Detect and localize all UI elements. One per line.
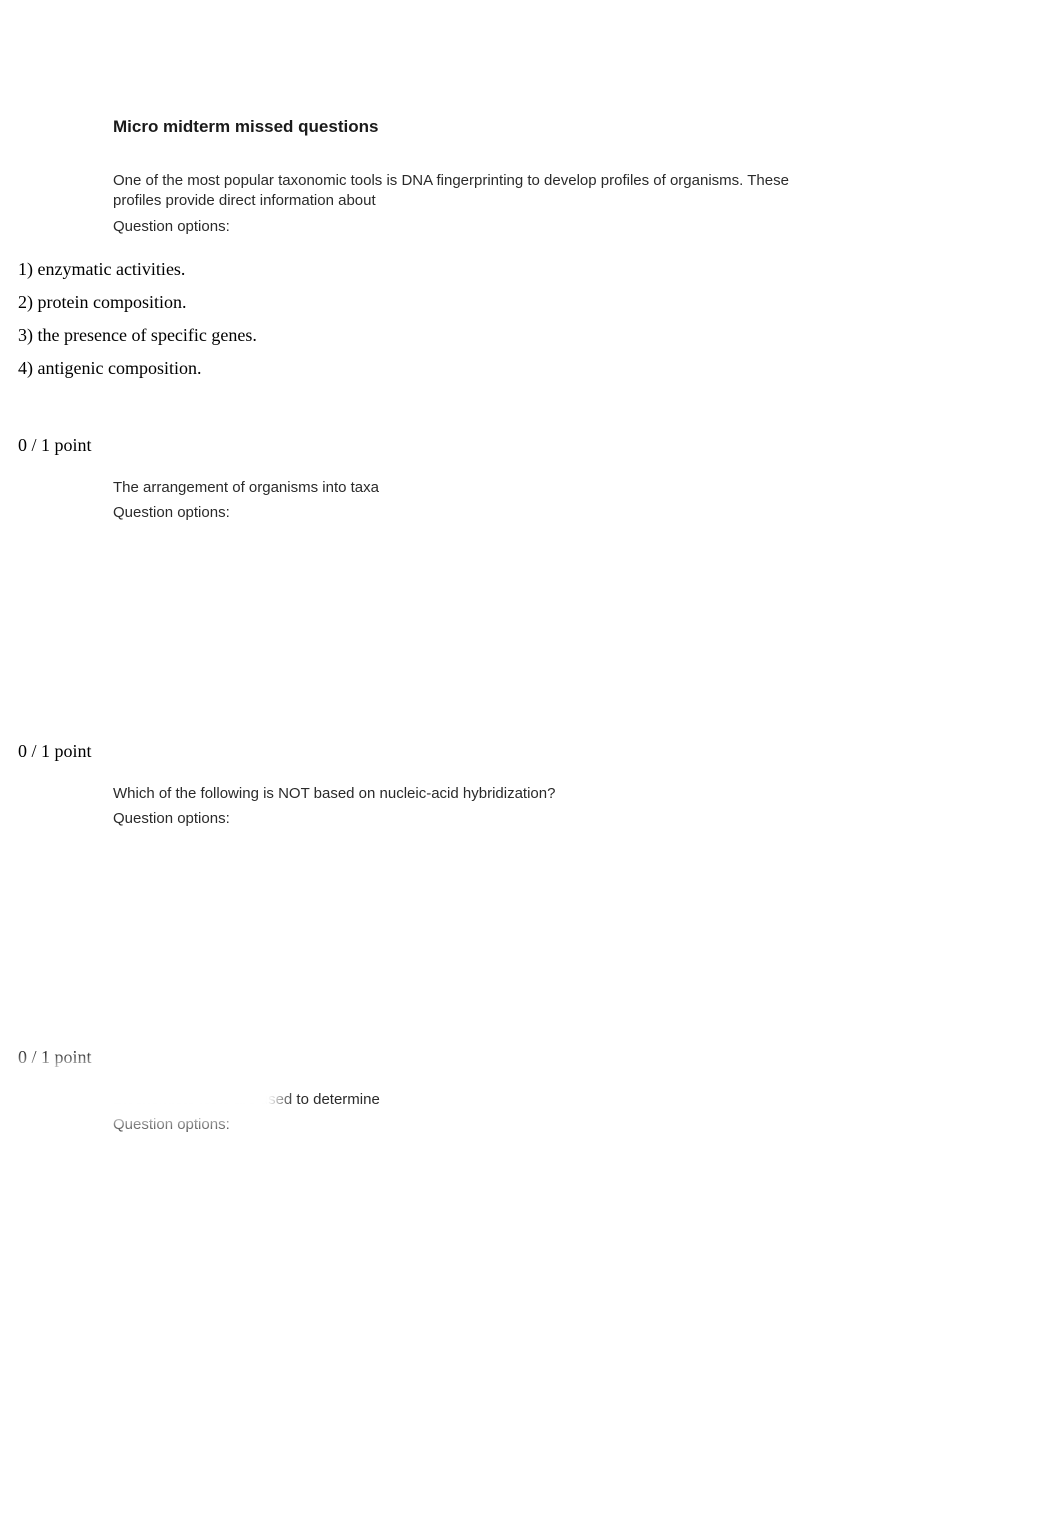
question-block: 0 / 1 point Biochemical tests are used t… xyxy=(0,997,1062,1253)
question-prompt: One of the most popular taxonomic tools … xyxy=(0,137,1062,212)
answer-option: 3) the presence of specific genes. xyxy=(18,319,1062,352)
question-block: One of the most popular taxonomic tools … xyxy=(0,137,1062,385)
question-block: 0 / 1 point The arrangement of organisms… xyxy=(0,385,1062,691)
answer-option: 2) protein composition. xyxy=(18,286,1062,319)
hidden-content-spacer xyxy=(0,1133,1062,1253)
answer-option: 4) antigenic composition. xyxy=(18,352,1062,385)
question-prompt: Which of the following is NOT based on n… xyxy=(0,762,1062,804)
answer-list: 1) enzymatic activities. 2) protein comp… xyxy=(0,235,1062,385)
question-options-label: Question options: xyxy=(0,212,1062,235)
question-options-label: Question options: xyxy=(0,804,1062,827)
hidden-content-spacer xyxy=(0,521,1062,691)
answer-option: 1) enzymatic activities. xyxy=(18,253,1062,286)
question-options-label: Question options: xyxy=(0,1110,1062,1133)
page-title: Micro midterm missed questions xyxy=(0,0,1062,137)
bottom-spacer xyxy=(0,1253,1062,1533)
score-label: 0 / 1 point xyxy=(0,385,1062,456)
question-prompt: The arrangement of organisms into taxa xyxy=(0,456,1062,498)
question-block: 0 / 1 point Which of the following is NO… xyxy=(0,691,1062,997)
blur-overlay xyxy=(5,1077,270,1107)
document-page: Micro midterm missed questions One of th… xyxy=(0,0,1062,1533)
question-options-label: Question options: xyxy=(0,498,1062,521)
score-label: 0 / 1 point xyxy=(0,691,1062,762)
score-label: 0 / 1 point xyxy=(0,997,1062,1068)
hidden-content-spacer xyxy=(0,827,1062,997)
